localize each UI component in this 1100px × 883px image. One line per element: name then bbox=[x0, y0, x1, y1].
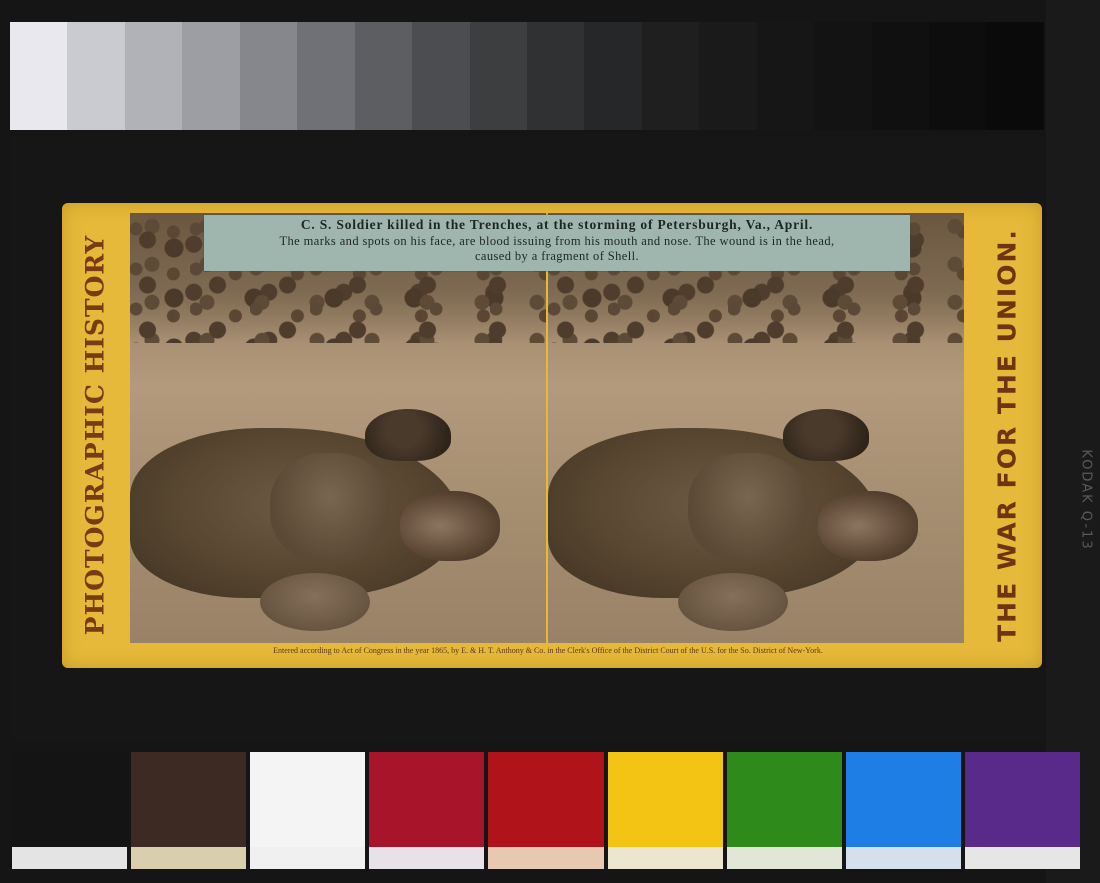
soldier-arm bbox=[688, 453, 808, 563]
gray-patch bbox=[584, 22, 642, 130]
stereo-photo-right bbox=[548, 213, 964, 643]
color-patch bbox=[131, 752, 247, 869]
soldier-arm bbox=[270, 453, 390, 563]
gray-patch bbox=[641, 22, 700, 130]
left-side-title: PHOTOGRAPHIC HISTORY bbox=[66, 215, 124, 655]
color-patch-sub bbox=[250, 847, 366, 869]
gray-patch bbox=[986, 22, 1044, 130]
soldier-head bbox=[400, 491, 500, 561]
gray-patch bbox=[182, 22, 240, 130]
gray-patch bbox=[814, 22, 872, 130]
soldier-head bbox=[818, 491, 918, 561]
kodak-target-text: KODAK Q-13 bbox=[1078, 449, 1094, 551]
soldier-cap bbox=[678, 573, 788, 631]
gray-patch bbox=[297, 22, 355, 130]
color-patch-sub bbox=[845, 847, 961, 869]
caption-title: C. S. Soldier killed in the Trenches, at… bbox=[300, 217, 814, 232]
color-patch bbox=[369, 752, 485, 869]
caption-line-3: caused by a fragment of Shell. bbox=[474, 249, 640, 263]
gray-patch bbox=[526, 22, 585, 130]
color-patch-sub bbox=[12, 847, 128, 869]
color-target bbox=[12, 752, 1080, 869]
photographic-history-text: PHOTOGRAPHIC HISTORY bbox=[80, 234, 110, 636]
gray-patch bbox=[124, 22, 183, 130]
color-patch bbox=[607, 752, 723, 869]
gray-scale-target bbox=[10, 22, 1044, 130]
copyright-notice: Entered according to Act of Congress in … bbox=[273, 646, 823, 655]
soldier-hat bbox=[365, 409, 451, 461]
color-patch bbox=[250, 752, 366, 869]
color-patch-sub bbox=[726, 847, 842, 869]
gray-patch bbox=[354, 22, 413, 130]
color-patch-sub bbox=[964, 847, 1080, 869]
color-patch-sub bbox=[369, 847, 485, 869]
color-patch-sub bbox=[131, 847, 247, 869]
color-patch bbox=[12, 752, 128, 869]
caption-label: C. S. Soldier killed in the Trenches, at… bbox=[204, 215, 910, 271]
color-patch bbox=[845, 752, 961, 869]
war-for-union-text: THE WAR FOR THE UNION. bbox=[992, 228, 1022, 642]
color-patch bbox=[488, 752, 604, 869]
gray-patch bbox=[67, 22, 125, 130]
color-patch-sub bbox=[488, 847, 604, 869]
soldier-cap bbox=[260, 573, 370, 631]
color-patch bbox=[726, 752, 842, 869]
gray-patch bbox=[10, 22, 68, 130]
color-patch-sub bbox=[607, 847, 723, 869]
stereo-photo-left bbox=[130, 213, 546, 643]
gray-patch bbox=[929, 22, 987, 130]
right-side-title: THE WAR FOR THE UNION. bbox=[977, 215, 1037, 655]
gray-patch bbox=[871, 22, 929, 130]
color-patch bbox=[964, 752, 1080, 869]
scan-edge-label: KODAK Q-13 bbox=[1071, 420, 1100, 580]
gray-patch bbox=[469, 22, 527, 130]
soldier-hat bbox=[783, 409, 869, 461]
caption-line-2: The marks and spots on his face, are blo… bbox=[279, 234, 835, 248]
gray-patch bbox=[239, 22, 298, 130]
gray-patch bbox=[412, 22, 470, 130]
gray-patch bbox=[699, 22, 757, 130]
gray-patch bbox=[756, 22, 815, 130]
